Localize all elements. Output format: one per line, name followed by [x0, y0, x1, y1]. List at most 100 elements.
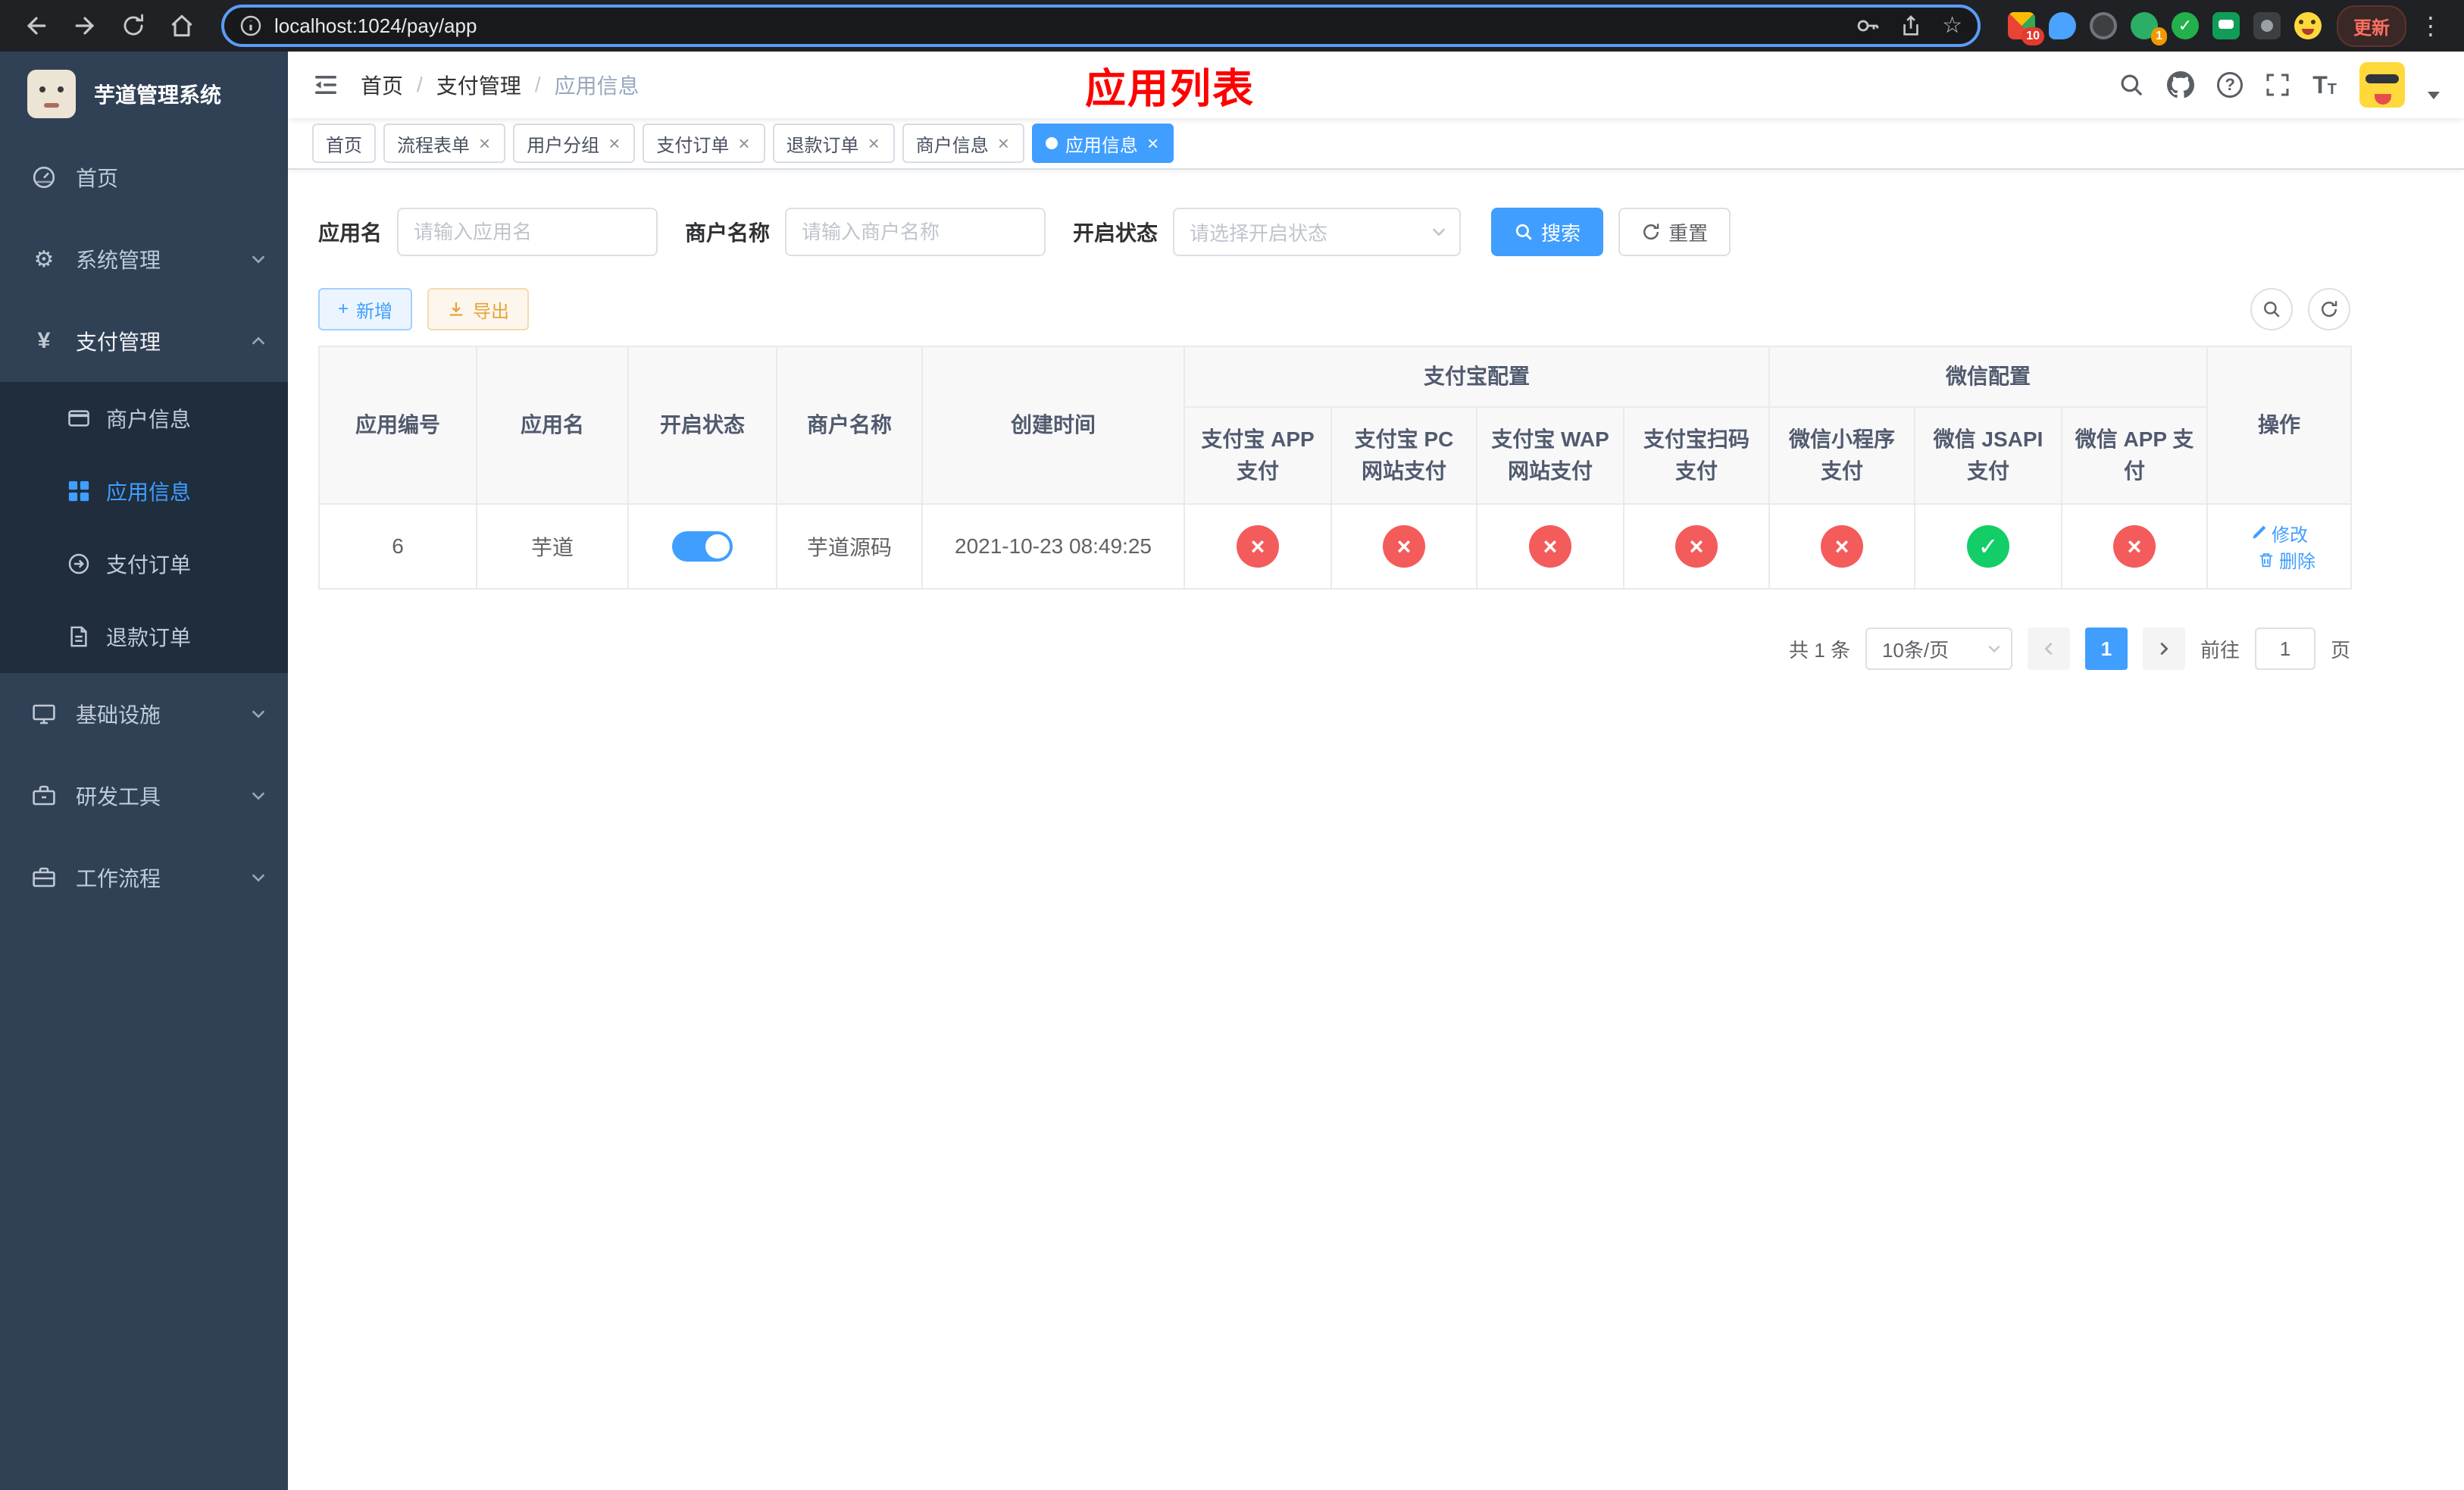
next-page-button[interactable]: [2142, 628, 2185, 670]
sidebar-item-home[interactable]: 首页: [0, 136, 288, 218]
grid-icon: [67, 480, 91, 502]
sidebar-item-refund-orders[interactable]: 退款订单: [0, 600, 288, 673]
trash-icon: [2259, 552, 2273, 567]
extension-drop-icon[interactable]: [2049, 12, 2076, 39]
breadcrumb-separator: /: [417, 73, 423, 96]
extension-check-icon[interactable]: ✓: [2172, 12, 2199, 39]
fullscreen-icon[interactable]: [2265, 73, 2290, 97]
chevron-down-icon: [1988, 645, 2000, 653]
extension-avatar-icon[interactable]: 1: [2131, 12, 2167, 45]
dashboard-icon: [30, 165, 58, 189]
forward-icon[interactable]: [64, 5, 106, 47]
sidebar-item-infrastructure[interactable]: 基础设施: [0, 673, 288, 755]
col-alipay-app: 支付宝 APP 支付: [1184, 406, 1332, 505]
sidebar-item-payment[interactable]: ¥ 支付管理: [0, 300, 288, 382]
font-size-icon[interactable]: TT: [2312, 73, 2337, 97]
sidebar-item-dev-tools[interactable]: 研发工具: [0, 755, 288, 837]
close-icon[interactable]: ×: [1146, 133, 1160, 153]
refresh-icon: [2322, 301, 2337, 318]
close-icon[interactable]: ×: [477, 133, 492, 153]
status-toggle[interactable]: [672, 531, 733, 562]
page-size-select[interactable]: 10条/页: [1865, 628, 2012, 670]
sidebar-item-label: 商户信息: [106, 408, 192, 431]
address-bar[interactable]: localhost:1024/pay/app ☆: [221, 5, 1981, 47]
col-app-id: 应用编号: [318, 346, 477, 505]
browser-menu-icon[interactable]: ⋮: [2412, 11, 2449, 40]
credit-card-icon: [67, 407, 91, 430]
tab-refund-orders[interactable]: 退款订单 ×: [772, 124, 895, 163]
reset-button[interactable]: 重置: [1618, 208, 1731, 256]
extension-grid-icon[interactable]: 10: [2008, 12, 2044, 45]
chevron-down-icon: [250, 251, 267, 268]
tab-home[interactable]: 首页: [312, 124, 376, 163]
sidebar-item-system[interactable]: ⚙ 系统管理: [0, 218, 288, 300]
alipay-app-status-icon: ×: [1237, 525, 1279, 568]
add-button[interactable]: + 新增: [318, 288, 413, 330]
sidebar-item-merchant-info[interactable]: 商户信息: [0, 382, 288, 455]
close-icon[interactable]: ×: [867, 133, 881, 153]
avatar-caret-icon[interactable]: [2428, 92, 2440, 99]
chevron-right-icon: [2160, 642, 2169, 656]
status-label: 开启状态: [1073, 221, 1159, 245]
sidebar-item-workflow[interactable]: 工作流程: [0, 837, 288, 919]
status-select-placeholder: 请选择开启状态: [1190, 221, 1328, 245]
prev-page-button[interactable]: [2027, 628, 2070, 670]
site-info-icon[interactable]: [239, 14, 262, 37]
extension-dark-icon[interactable]: [2090, 12, 2117, 39]
close-icon[interactable]: ×: [736, 133, 751, 153]
cell-created: 2021-10-23 08:49:25: [921, 503, 1185, 590]
close-icon[interactable]: ×: [996, 133, 1011, 153]
password-key-icon[interactable]: [1856, 14, 1880, 38]
chevron-down-icon: [250, 706, 267, 722]
table-toolbar: + 新增 导出: [318, 288, 2350, 330]
status-select[interactable]: 请选择开启状态: [1173, 208, 1462, 256]
sidebar-item-pay-orders[interactable]: 支付订单: [0, 527, 288, 600]
tab-pay-orders[interactable]: 支付订单 ×: [643, 124, 765, 163]
sidebar-fold-icon[interactable]: [312, 71, 339, 99]
export-button[interactable]: 导出: [427, 288, 530, 330]
extension-chat-icon[interactable]: [2212, 12, 2240, 39]
goto-page-input[interactable]: [2254, 628, 2315, 670]
sidebar-item-app-info[interactable]: 应用信息: [0, 455, 288, 527]
bookmark-star-icon[interactable]: ☆: [1942, 14, 1962, 37]
back-icon[interactable]: [15, 5, 58, 47]
breadcrumb: 首页 / 支付管理 / 应用信息: [361, 70, 639, 100]
gear-icon: ⚙: [33, 246, 55, 272]
search-button[interactable]: 搜索: [1491, 208, 1604, 256]
wx-jsapi-status-icon: ✓: [1967, 525, 2010, 568]
wx-mini-status-icon: ×: [1821, 525, 1864, 568]
app-logo-row[interactable]: 芋道管理系统: [0, 52, 288, 136]
close-icon[interactable]: ×: [607, 133, 621, 153]
sidebar-menu: 首页 ⚙ 系统管理 ¥ 支付管理 商户信息 应用信息 支付订单 退款订单 基础设…: [0, 136, 288, 1490]
page-number-button[interactable]: 1: [2084, 628, 2128, 670]
tab-app-info[interactable]: 应用信息 ×: [1031, 124, 1174, 163]
delete-button[interactable]: 删除: [2258, 546, 2315, 573]
tab-process-form[interactable]: 流程表单 ×: [383, 124, 506, 163]
help-icon[interactable]: ?: [2217, 72, 2244, 98]
home-icon[interactable]: [161, 5, 203, 47]
user-avatar[interactable]: [2359, 62, 2405, 108]
browser-update-button[interactable]: 更新: [2337, 5, 2406, 47]
edit-button[interactable]: 修改: [2250, 520, 2308, 546]
url-text[interactable]: localhost:1024/pay/app: [274, 14, 1843, 38]
reload-icon[interactable]: [112, 5, 155, 47]
breadcrumb-home[interactable]: 首页: [361, 70, 403, 100]
github-icon[interactable]: [2167, 71, 2195, 99]
tab-merchant-info[interactable]: 商户信息 ×: [902, 124, 1024, 163]
payment-submenu: 商户信息 应用信息 支付订单 退款订单: [0, 382, 288, 673]
extension-badge: 10: [2022, 27, 2044, 45]
col-wx-mini: 微信小程序支付: [1768, 406, 1916, 505]
alipay-pc-status-icon: ×: [1383, 525, 1425, 568]
header-search-icon[interactable]: [2118, 72, 2144, 98]
extension-emoji-icon[interactable]: [2294, 12, 2322, 39]
extensions-puzzle-icon[interactable]: [2253, 12, 2281, 39]
col-action: 操作: [2206, 346, 2353, 505]
refresh-table-button[interactable]: [2308, 288, 2350, 330]
sidebar-item-label: 基础设施: [76, 703, 161, 727]
tab-user-group[interactable]: 用户分组 ×: [513, 124, 636, 163]
alipay-wap-status-icon: ×: [1529, 525, 1571, 568]
app-name-input[interactable]: [397, 208, 658, 256]
merchant-name-input[interactable]: [785, 208, 1046, 256]
hide-search-button[interactable]: [2250, 288, 2293, 330]
share-icon[interactable]: [1900, 14, 1922, 37]
